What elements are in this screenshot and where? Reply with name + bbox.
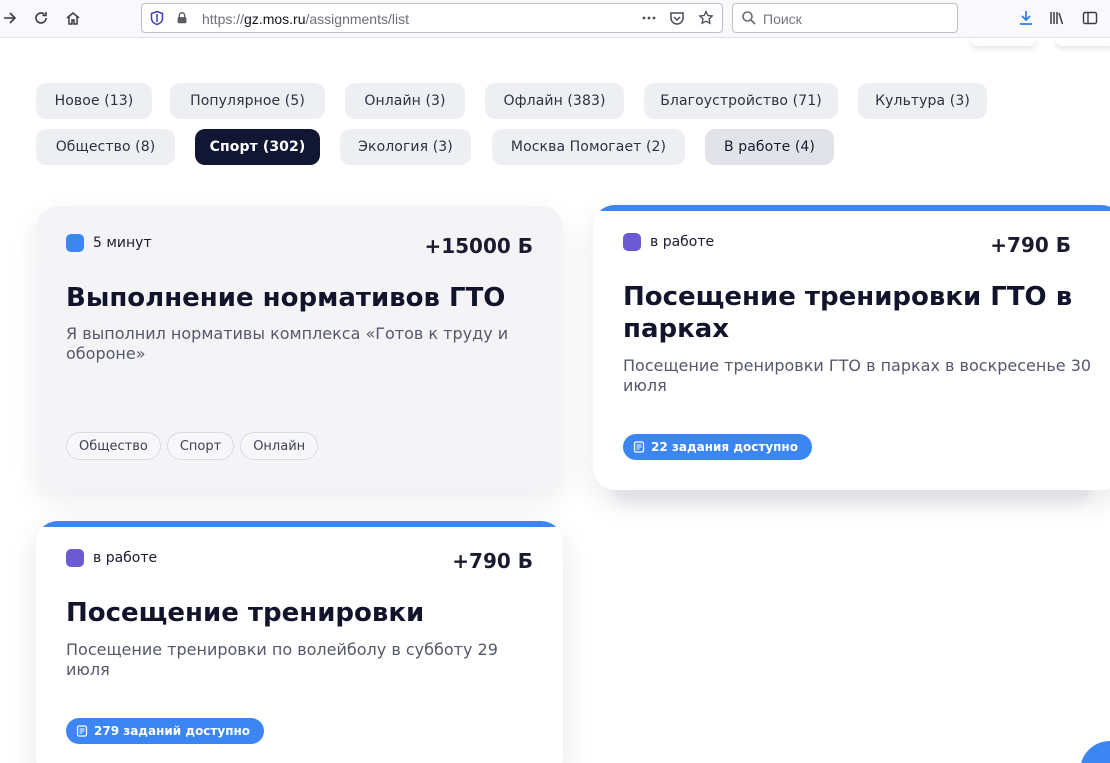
task-tag[interactable]: Спорт (166, 432, 235, 460)
document-icon (76, 725, 88, 737)
task-title: Выполнение нормативов ГТО (66, 283, 506, 313)
status-marker (623, 233, 641, 251)
category-chip[interactable]: Экология (3) (340, 129, 471, 165)
task-tag[interactable]: Онлайн (240, 432, 319, 460)
pocket-icon[interactable] (669, 10, 685, 26)
status-label: в работе (93, 550, 158, 566)
task-tag[interactable]: Общество (66, 432, 161, 460)
browser-toolbar: https://gz.mos.ru/assignments/list Поиск (0, 0, 1110, 38)
bookmark-star-icon[interactable] (698, 10, 714, 26)
url-text[interactable]: https://gz.mos.ru/assignments/list (202, 11, 409, 27)
status-label: в работе (650, 234, 715, 250)
url-host: gz.mos.ru (244, 11, 306, 27)
category-chip[interactable]: Офлайн (383) (485, 83, 624, 119)
search-bar[interactable]: Поиск (732, 3, 958, 33)
task-card[interactable]: 5 минут +15000 Б Выполнение нормативов Г… (36, 206, 563, 491)
category-chip-active[interactable]: Спорт (302) (195, 129, 320, 165)
card-accent-bar (593, 205, 1110, 211)
category-chip[interactable]: Общество (8) (36, 129, 175, 165)
available-badge[interactable]: 279 заданий доступно (66, 718, 265, 744)
url-path: /assignments/list (305, 11, 409, 27)
category-chip[interactable]: Москва Помогает (2) (492, 129, 685, 165)
category-chip[interactable]: В работе (4) (705, 129, 834, 165)
status-marker (66, 549, 84, 567)
floating-action-button[interactable] (1080, 741, 1110, 763)
category-chip[interactable]: Новое (13) (36, 83, 152, 119)
task-points: +790 Б (990, 233, 1071, 257)
page-actions-icon[interactable] (641, 10, 657, 26)
document-icon (633, 441, 645, 453)
task-status: в работе (623, 233, 714, 251)
header-fragment (1055, 38, 1110, 46)
task-status: в работе (66, 549, 157, 567)
home-icon[interactable] (63, 8, 83, 28)
library-icon[interactable] (1047, 8, 1067, 28)
category-chip[interactable]: Благоустройство (71) (644, 83, 838, 119)
task-description: Посещение тренировки по волейболу в субб… (66, 640, 498, 679)
category-chip[interactable]: Популярное (5) (170, 83, 325, 119)
available-label: 22 задания доступно (651, 440, 798, 454)
search-placeholder: Поиск (763, 11, 802, 27)
task-points: +790 Б (452, 549, 533, 573)
task-description: Я выполнил нормативы комплекса «Готов к … (66, 324, 509, 363)
task-card[interactable]: в работе +790 Б Посещение тренировки Пос… (36, 521, 563, 763)
task-status: 5 минут (66, 234, 152, 252)
task-description: Посещение тренировки ГТО в парках в воск… (623, 356, 1092, 395)
category-chip[interactable]: Культура (3) (858, 83, 987, 119)
url-bar[interactable]: https://gz.mos.ru/assignments/list (141, 3, 723, 33)
available-badge[interactable]: 22 задания доступно (623, 434, 812, 460)
task-card[interactable]: в работе +790 Б Посещение тренировки ГТО… (593, 205, 1110, 490)
task-tags: Общество Спорт Онлайн (66, 432, 324, 460)
task-title: Посещение тренировки (66, 598, 425, 628)
tracking-shield-icon[interactable] (149, 10, 165, 26)
download-icon[interactable] (1016, 8, 1036, 28)
sidebar-icon[interactable] (1080, 8, 1100, 28)
reload-icon[interactable] (31, 8, 51, 28)
search-icon (741, 10, 757, 26)
lock-icon[interactable] (174, 10, 190, 26)
category-chip[interactable]: Онлайн (3) (345, 83, 465, 119)
forward-arrow-icon[interactable] (0, 8, 20, 28)
task-points: +15000 Б (424, 234, 533, 258)
header-fragment (970, 38, 1036, 46)
url-prefix: https:// (202, 11, 245, 27)
card-accent-bar (36, 521, 563, 527)
status-marker (66, 234, 84, 252)
status-label: 5 минут (93, 235, 152, 251)
task-title: Посещение тренировки ГТО в парках (623, 282, 1073, 344)
available-label: 279 заданий доступно (94, 724, 251, 738)
